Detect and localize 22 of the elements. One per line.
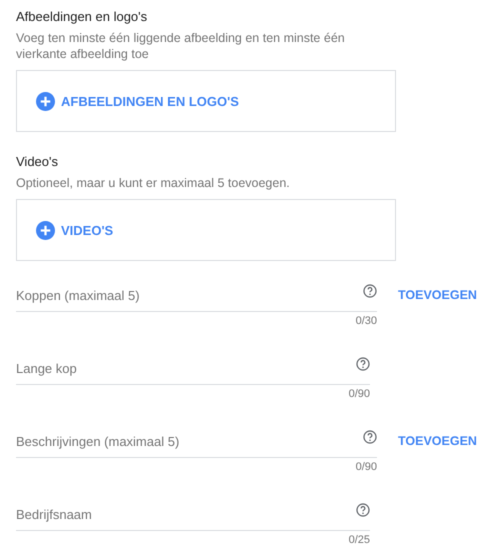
character-counter: 0/90: [348, 388, 370, 400]
section-description: Optioneel, maar u kunt er maximaal 5 toevoegen.: [16, 175, 291, 191]
input-field[interactable]: Beschrijvingen (maximaal 5): [16, 426, 377, 458]
add-button[interactable]: TOEVOEGEN: [398, 434, 477, 448]
input-field[interactable]: Koppen (maximaal 5): [16, 280, 377, 312]
input-field[interactable]: Lange kop: [16, 353, 370, 385]
help-icon[interactable]: [356, 503, 370, 517]
section-title: Video's: [16, 154, 59, 170]
help-icon[interactable]: [363, 430, 377, 444]
add-button[interactable]: AFBEELDINGEN EN LOGO'S: [36, 92, 239, 110]
plus-icon: [36, 220, 55, 240]
add-button[interactable]: TOEVOEGEN: [398, 288, 477, 302]
character-counter: 0/25: [348, 534, 370, 546]
help-icon[interactable]: [356, 357, 370, 371]
character-counter: 0/30: [356, 315, 377, 327]
character-counter: 0/90: [356, 461, 377, 473]
plus-icon: [36, 92, 55, 110]
add-button[interactable]: VIDEO'S: [36, 220, 114, 240]
section-description: Voeg ten minste één liggende afbeelding en ten minste één vierkante afbeelding toe: [16, 30, 346, 62]
section-title: Afbeeldingen en logo's: [16, 9, 148, 25]
help-icon[interactable]: [363, 284, 377, 298]
input-field[interactable]: Bedrijfsnaam: [16, 499, 370, 531]
